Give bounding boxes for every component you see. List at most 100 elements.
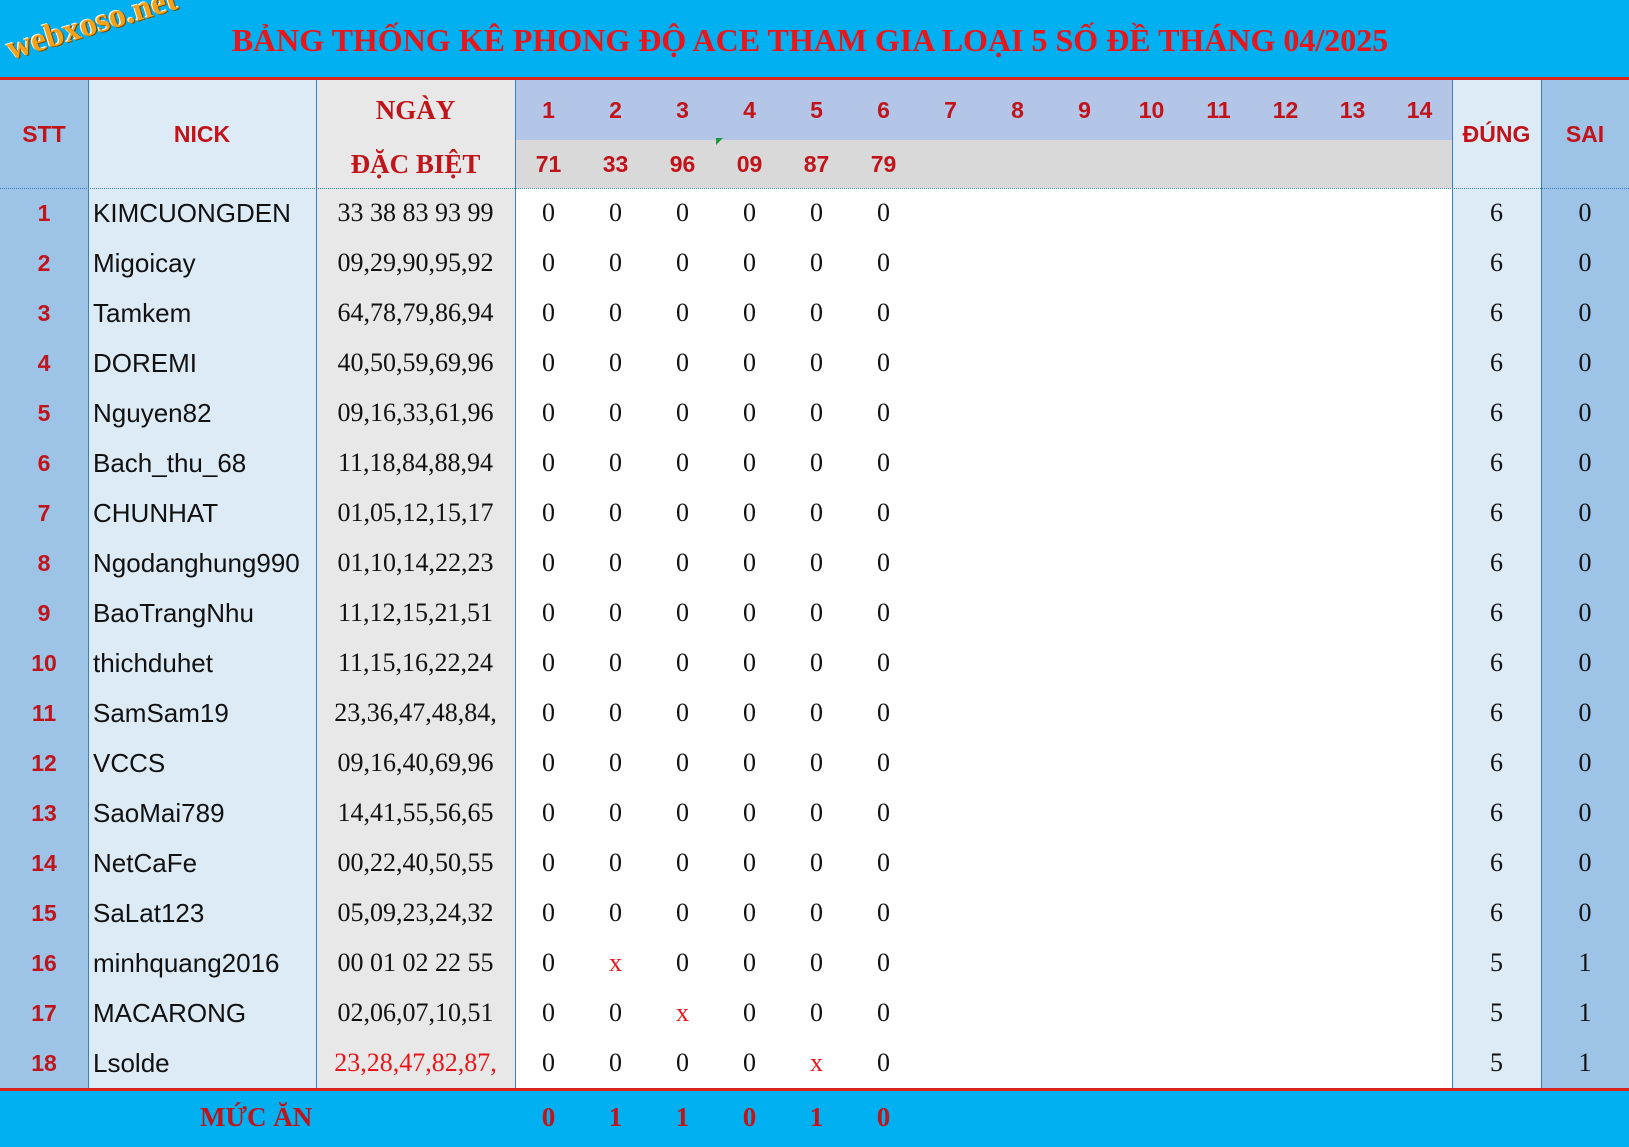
result-day-4: 09: [736, 150, 763, 177]
row-day-5-value: 0: [810, 798, 823, 827]
row-day-4-value: 0: [743, 948, 756, 977]
row-day-3-value: 0: [676, 848, 689, 877]
row-day-5-value: 0: [810, 998, 823, 1027]
row-day-3-value: 0: [676, 798, 689, 827]
footer-value-day-5: 1: [809, 1102, 824, 1132]
row-day-4-value: 0: [743, 548, 756, 577]
table-row: 15 SaLat123 05,09,23,24,32 0 0 0 0 0 0 6 0: [0, 888, 1629, 938]
row-day-2-value: 0: [609, 798, 622, 827]
row-stt: 2: [37, 249, 51, 276]
row-day-3-value: 0: [676, 348, 689, 377]
row-day-4-value: 0: [743, 698, 756, 727]
footer-label: MỨC ĂN: [200, 1102, 313, 1132]
column-divider: [316, 80, 317, 1088]
row-numbers: 14,41,55,56,65: [337, 798, 494, 827]
row-stt: 6: [37, 449, 51, 476]
footer-value-day-3: 1: [675, 1102, 690, 1132]
row-numbers: 11,18,84,88,94: [337, 448, 494, 477]
row-day-2-value: 0: [609, 198, 622, 227]
row-stt: 15: [31, 899, 57, 926]
row-numbers: 01,10,14,22,23: [337, 548, 494, 577]
day-number-12: 12: [1272, 96, 1299, 123]
row-stt: 8: [37, 549, 51, 576]
row-numbers: 11,12,15,21,51: [337, 598, 494, 627]
table-row: 9 BaoTrangNhu 11,12,15,21,51 0 0 0 0 0 0 6 0: [0, 588, 1629, 638]
row-day-6-value: 0: [877, 448, 890, 477]
row-sai: 0: [1578, 248, 1592, 277]
row-day-5-value: 0: [810, 448, 823, 477]
row-day-2-value: 0: [609, 398, 622, 427]
row-stt: 10: [31, 649, 57, 676]
row-day-4-value: 0: [743, 398, 756, 427]
row-dung: 6: [1490, 698, 1503, 727]
row-day-6-value: 0: [877, 548, 890, 577]
row-day-5-value: 0: [810, 498, 823, 527]
column-divider: [1541, 80, 1542, 1088]
row-dung: 6: [1490, 648, 1503, 677]
row-day-3-value: x: [676, 998, 689, 1027]
row-day-1-value: 0: [542, 548, 555, 577]
row-dung: 6: [1490, 548, 1503, 577]
row-sai: 0: [1578, 398, 1592, 427]
row-sai: 1: [1578, 1048, 1592, 1077]
day-number-11: 11: [1206, 96, 1231, 123]
table-row: 7 CHUNHAT 01,05,12,15,17 0 0 0 0 0 0 6 0: [0, 488, 1629, 538]
row-day-2-value: 0: [609, 498, 622, 527]
header-dac-biet: ĐẶC BIỆT: [350, 148, 481, 179]
day-number-8: 8: [1011, 96, 1024, 123]
row-nick: VCCS: [93, 747, 166, 778]
row-day-4-value: 0: [743, 898, 756, 927]
column-divider: [88, 80, 89, 1088]
row-day-4-value: 0: [743, 198, 756, 227]
row-sai: 0: [1578, 798, 1592, 827]
day-number-5: 5: [810, 96, 823, 123]
row-stt: 7: [37, 499, 51, 526]
row-day-1-value: 0: [542, 1048, 555, 1077]
row-sai: 0: [1578, 598, 1592, 627]
row-day-1-value: 0: [542, 498, 555, 527]
row-day-5-value: 0: [810, 548, 823, 577]
row-day-1-value: 0: [542, 748, 555, 777]
row-numbers: 23,36,47,48,84,: [334, 698, 497, 727]
row-day-3-value: 0: [676, 648, 689, 677]
day-number-7: 7: [944, 96, 957, 123]
row-day-6-value: 0: [877, 998, 890, 1027]
row-day-3-value: 0: [676, 1048, 689, 1077]
row-numbers: 23,28,47,82,87,: [334, 1048, 497, 1077]
row-day-6-value: 0: [877, 498, 890, 527]
row-day-2-value: 0: [609, 298, 622, 327]
row-day-5-value: 0: [810, 398, 823, 427]
row-day-3-value: 0: [676, 548, 689, 577]
row-day-2-value: 0: [609, 598, 622, 627]
row-day-4-value: 0: [743, 648, 756, 677]
cell-comment-marker: [716, 138, 723, 145]
row-day-6-value: 0: [877, 798, 890, 827]
day-number-14: 14: [1406, 96, 1433, 123]
row-day-3-value: 0: [676, 598, 689, 627]
row-nick: NetCaFe: [93, 847, 198, 878]
footer-value-day-6: 0: [876, 1102, 891, 1132]
row-numbers: 09,16,33,61,96: [337, 398, 494, 427]
footer-value-day-1: 0: [541, 1102, 556, 1132]
table-row: 12 VCCS 09,16,40,69,96 0 0 0 0 0 0 6 0: [0, 738, 1629, 788]
row-nick: KIMCUONGDEN: [93, 197, 291, 228]
row-day-4-value: 0: [743, 498, 756, 527]
row-day-6-value: 0: [877, 1048, 890, 1077]
row-day-3-value: 0: [676, 198, 689, 227]
row-dung: 6: [1490, 498, 1503, 527]
row-dung: 6: [1490, 248, 1503, 277]
row-numbers: 33 38 83 93 99: [337, 198, 494, 227]
row-sai: 0: [1578, 448, 1592, 477]
row-nick: minhquang2016: [93, 947, 280, 978]
row-dung: 6: [1490, 398, 1503, 427]
row-stt: 13: [31, 799, 57, 826]
row-day-1-value: 0: [542, 298, 555, 327]
row-numbers: 02,06,07,10,51: [337, 998, 494, 1027]
table-row: 14 NetCaFe 00,22,40,50,55 0 0 0 0 0 0 6 0: [0, 838, 1629, 888]
row-day-6-value: 0: [877, 298, 890, 327]
table-row: 4 DOREMI 40,50,59,69,96 0 0 0 0 0 0 6 0: [0, 338, 1629, 388]
row-day-2-value: 0: [609, 748, 622, 777]
result-day-3: 96: [669, 150, 696, 177]
row-dung: 5: [1490, 998, 1503, 1027]
row-day-1-value: 0: [542, 948, 555, 977]
